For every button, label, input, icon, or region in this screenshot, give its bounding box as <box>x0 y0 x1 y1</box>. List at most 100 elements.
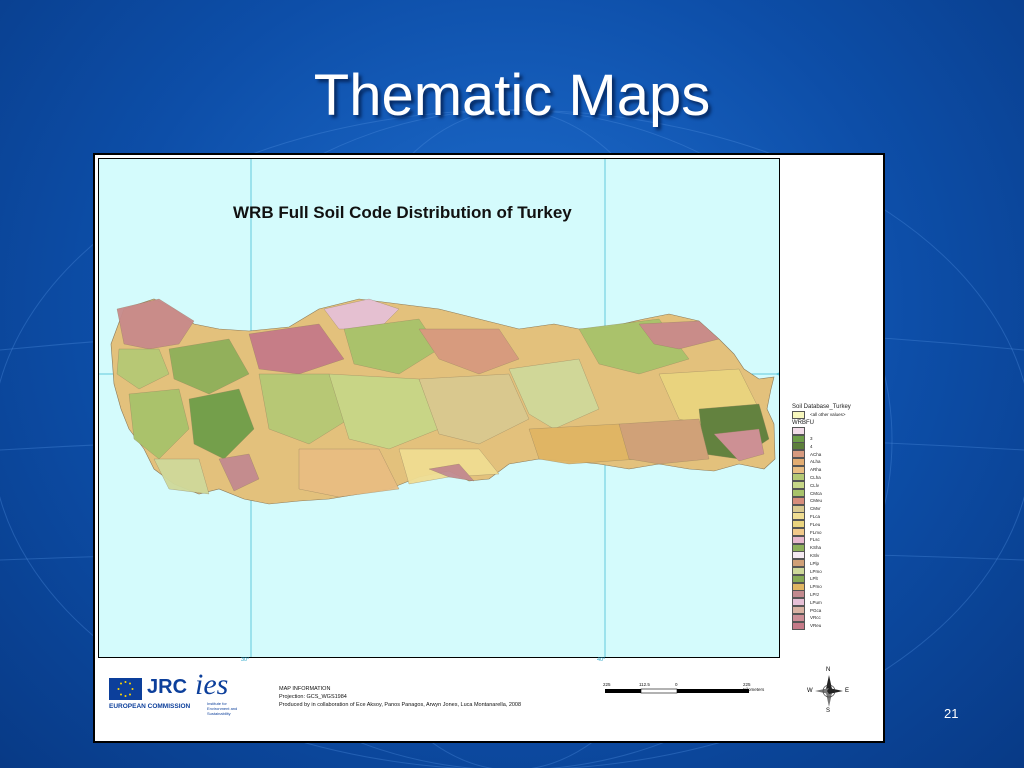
map-info-projection: Projection: GCS_WGS1984 <box>279 694 347 700</box>
legend-swatch <box>792 621 805 630</box>
legend-swatch <box>792 426 805 435</box>
legend-label: LPlt <box>810 576 818 582</box>
legend-item: CMvr <box>792 504 882 513</box>
legend-swatch <box>792 559 805 568</box>
legend-item: LPum <box>792 598 882 607</box>
jrc-logo: JRC <box>147 676 188 698</box>
legend-label: ACha <box>810 451 822 457</box>
legend-label: CMca <box>810 490 822 496</box>
legend-swatch <box>792 528 805 537</box>
legend-item: VReu <box>792 621 882 630</box>
legend-swatch <box>792 590 805 599</box>
legend-swatch <box>792 489 805 498</box>
legend-item <box>792 426 882 435</box>
map-information: MAP INFORMATION Projection: GCS_WGS1984 … <box>279 685 521 709</box>
slide-page-number: 21 <box>944 706 959 721</box>
legend-item: PGca <box>792 606 882 615</box>
legend-item: LPrz <box>792 590 882 599</box>
legend-swatch <box>792 551 805 560</box>
legend-label: 3 <box>810 435 813 441</box>
legend-swatch <box>792 481 805 490</box>
legend-label: LPmo <box>810 584 822 590</box>
legend-swatch <box>792 504 805 513</box>
legend-item: CLlv <box>792 481 882 490</box>
legend-swatch <box>792 410 805 419</box>
legend-label: FLca <box>810 513 821 519</box>
north-arrow-compass: N S W E <box>807 667 851 715</box>
legend-swatch <box>792 606 805 615</box>
legend-label: FLeu <box>810 521 821 527</box>
legend-swatch <box>792 535 805 544</box>
legend-swatch <box>792 613 805 622</box>
legend-swatch <box>792 465 805 474</box>
map-figure: WRB Full Soil Code Distribution of Turke… <box>93 153 885 743</box>
slide-title: Thematic Maps <box>313 63 711 128</box>
legend-swatch <box>792 450 805 459</box>
legend-swatch <box>792 442 805 451</box>
legend-field: WRBFU <box>792 419 814 426</box>
legend-item: LPmo <box>792 567 882 576</box>
legend-label: ARha <box>810 467 822 473</box>
legend-label: CMeu <box>810 498 823 504</box>
legend-item: KSha <box>792 543 882 552</box>
legend-item: LPmo <box>792 582 882 591</box>
ies-subtitle: Institute for Environment and Sustainabi… <box>207 701 238 716</box>
map-info-credits: Produced by in collaboration of Ece Akso… <box>279 702 522 708</box>
compass-w: W <box>807 688 813 694</box>
legend-label: KSha <box>810 545 822 551</box>
legend-swatch <box>792 598 805 607</box>
legend-label: FLmo <box>810 529 822 535</box>
ies-logo: ies <box>195 668 229 701</box>
legend-swatch <box>792 543 805 552</box>
legend-item: 4 <box>792 442 882 451</box>
legend-label: CLlv <box>810 482 820 488</box>
legend-item: ALha <box>792 457 882 466</box>
legend-label: <all other values> <box>810 412 846 418</box>
legend-item: FLeu <box>792 520 882 529</box>
legend-item: LPlt <box>792 574 882 583</box>
legend-item: ARha <box>792 465 882 474</box>
legend-item: CMeu <box>792 496 882 505</box>
legend-label: LPum <box>810 599 822 605</box>
legend-swatch <box>792 520 805 529</box>
map-legend: Soil Database_Turkey <all other values> … <box>792 403 882 630</box>
legend-label: CMvr <box>810 506 821 512</box>
legend-swatch <box>792 512 805 521</box>
map-title: WRB Full Soil Code Distribution of Turke… <box>233 203 572 222</box>
legend-item: CLha <box>792 473 882 482</box>
soil-region-east-4 <box>618 418 710 465</box>
compass-e: E <box>845 688 850 694</box>
legend-items: 3 4 ACha ALha ARha CLha CLlv CMca CMeu CMvr FLca FL… <box>792 426 882 630</box>
legend-title: Soil Database_Turkey <box>792 404 851 410</box>
legend-swatch <box>792 473 805 482</box>
legend-label: VRcc <box>810 615 821 621</box>
legend-label: PGca <box>810 607 822 613</box>
legend-swatch <box>792 496 805 505</box>
legend-label: VReu <box>810 623 822 629</box>
east-marker-arrow <box>775 372 779 376</box>
legend-item: FLca <box>792 512 882 521</box>
legend-item: KSlv <box>792 551 882 560</box>
legend-item: LPlp <box>792 559 882 568</box>
legend-label: KSlv <box>810 552 820 558</box>
legend-swatch <box>792 434 805 443</box>
legend-item: FLmo <box>792 528 882 537</box>
graticule-label-30: 30° <box>241 657 250 663</box>
european-commission-label: EUROPEAN COMMISSION <box>109 703 191 710</box>
legend-label: LPmo <box>810 568 822 574</box>
legend-item: CMca <box>792 489 882 498</box>
legend-swatch <box>792 457 805 466</box>
compass-n: N <box>826 667 831 673</box>
map-info-heading: MAP INFORMATION <box>279 686 331 692</box>
legend-item: FLsc <box>792 535 882 544</box>
legend-item: VRcc <box>792 613 882 622</box>
legend-item: ACha <box>792 450 882 459</box>
legend-label: LPrz <box>810 591 820 597</box>
legend-label: LPlp <box>810 560 820 566</box>
legend-item: 3 <box>792 434 882 443</box>
legend-label: 4 <box>810 443 813 449</box>
map-area: WRB Full Soil Code Distribution of Turke… <box>98 158 780 658</box>
legend-label: CLha <box>810 474 821 480</box>
legend-item-other: <all other values> <box>792 410 882 419</box>
legend-swatch <box>792 582 805 591</box>
